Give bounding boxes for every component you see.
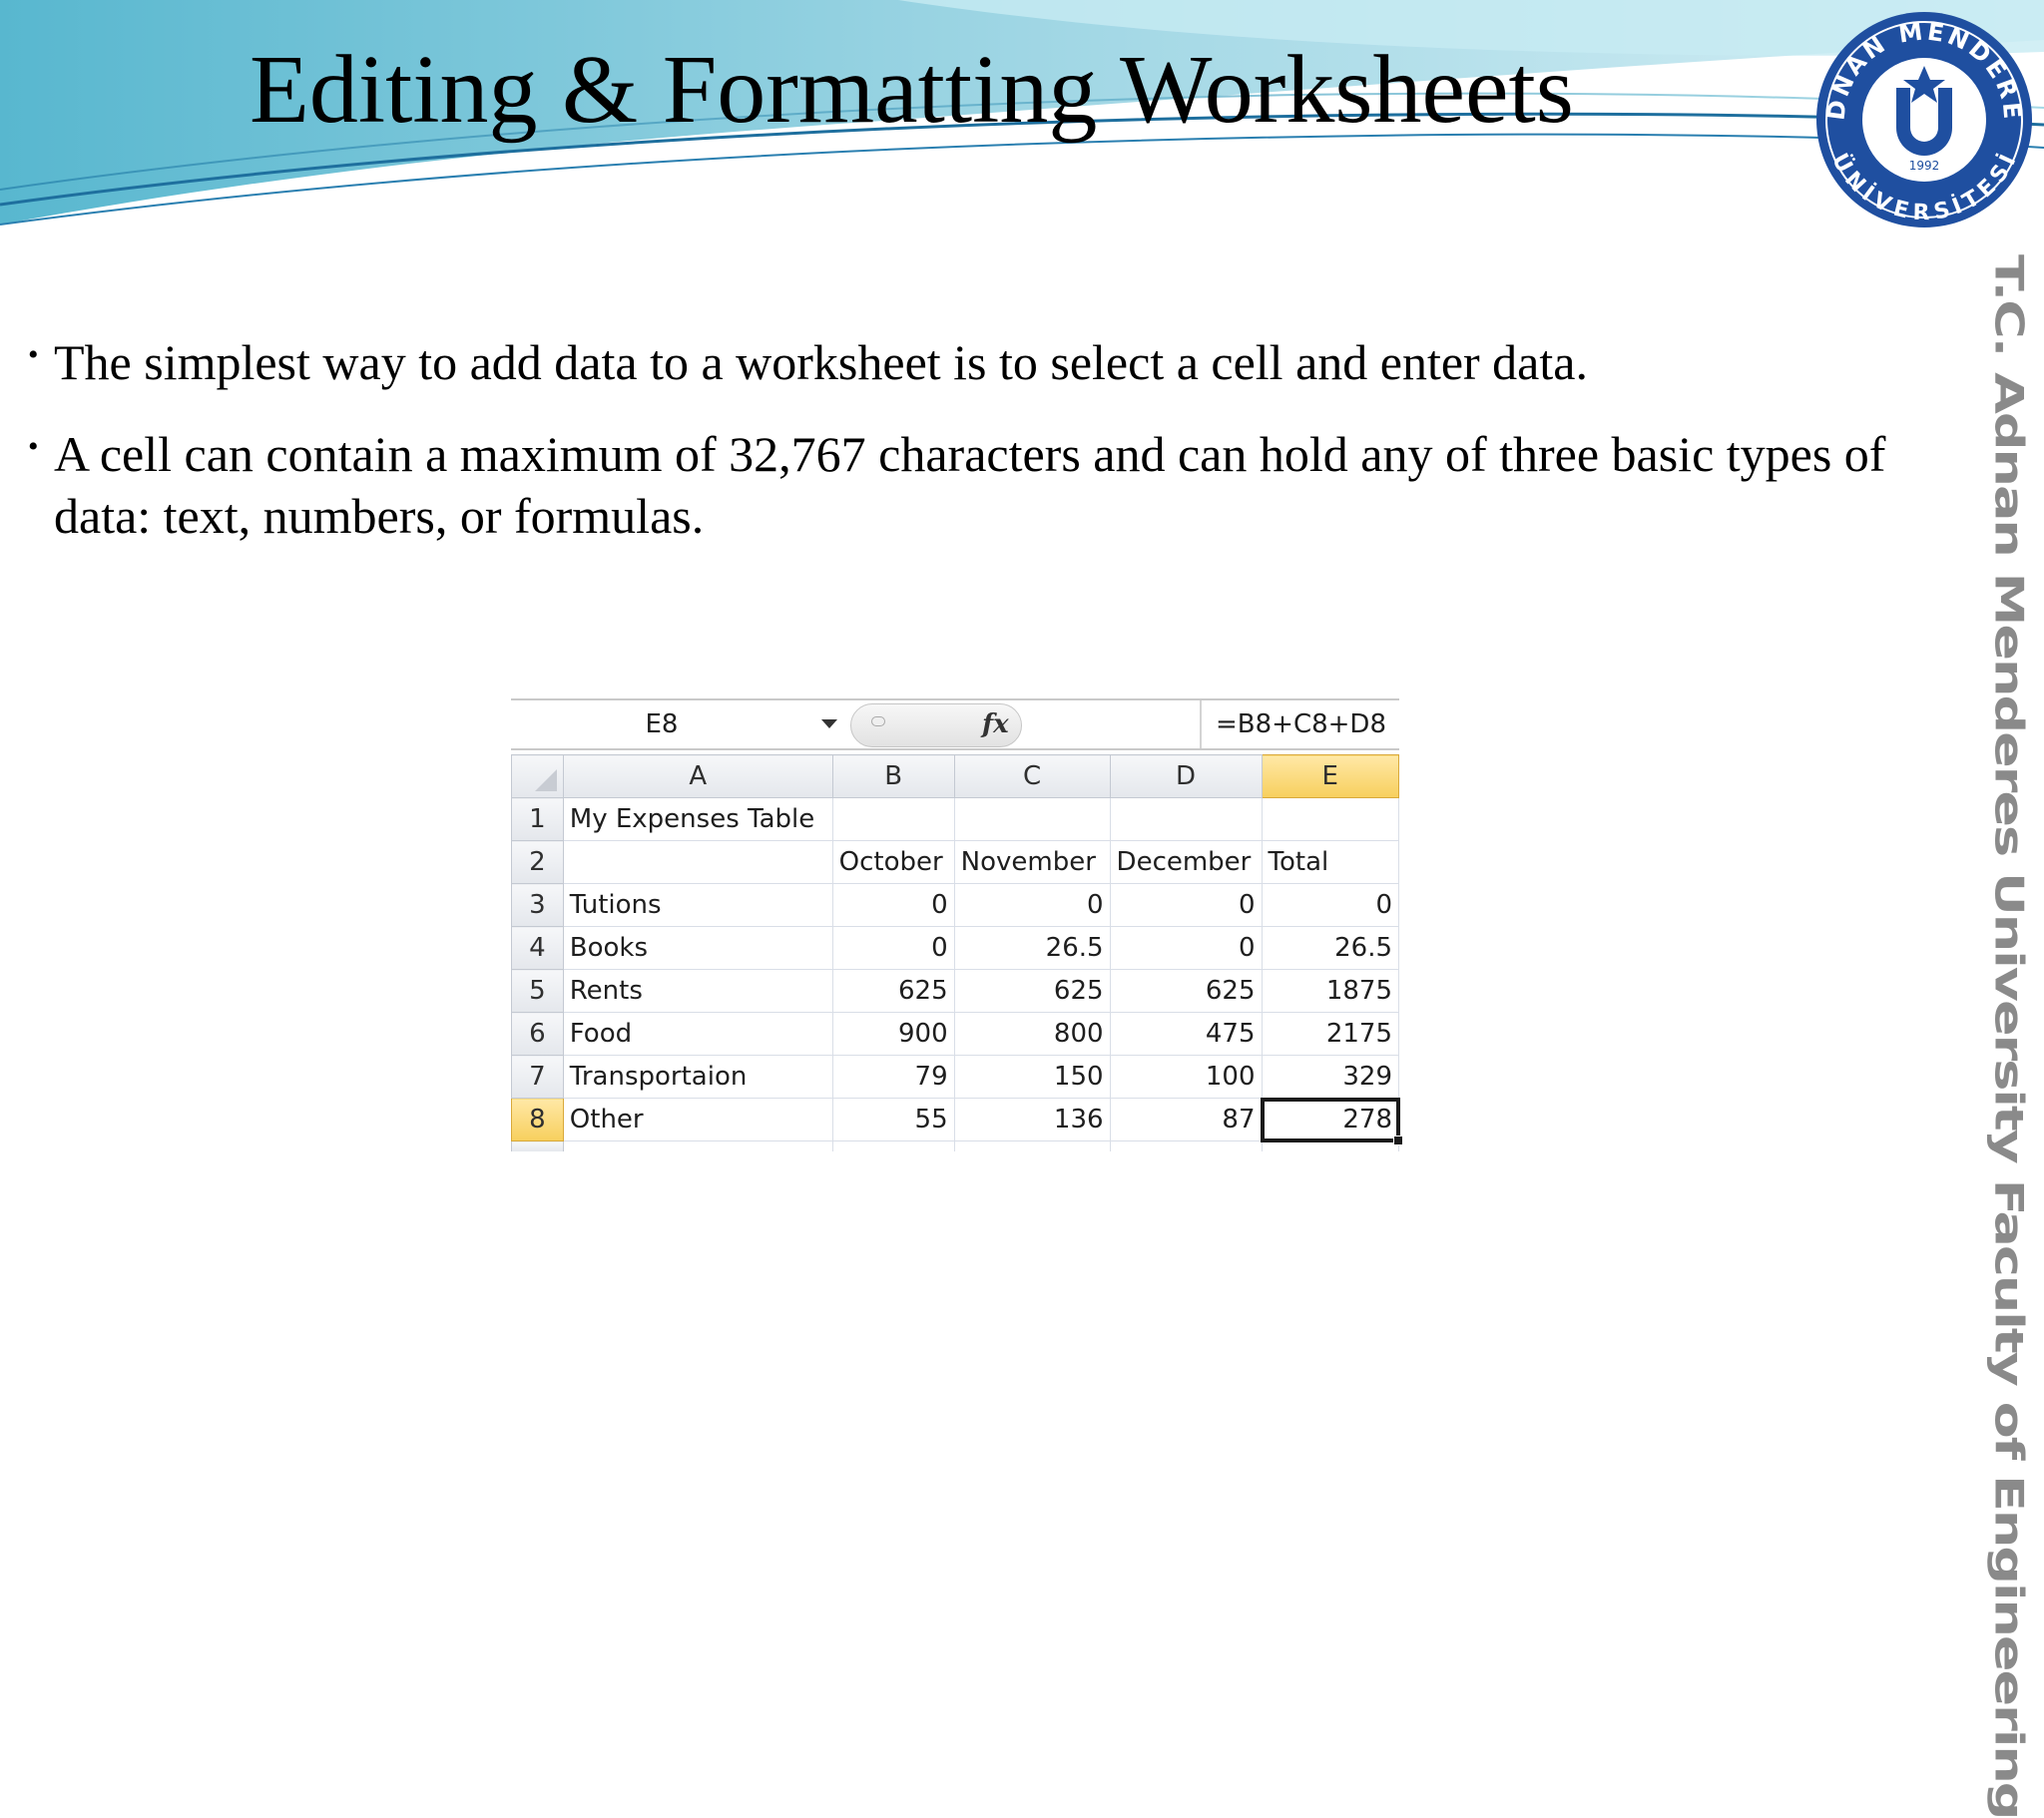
cell-e1[interactable] bbox=[1261, 797, 1399, 841]
cell-e6[interactable]: 2175 bbox=[1261, 1012, 1399, 1056]
cell-a2[interactable] bbox=[562, 840, 833, 884]
cell-a7[interactable]: Transportaion bbox=[562, 1055, 833, 1099]
cell bbox=[831, 1140, 955, 1151]
cell-b8[interactable]: 55 bbox=[831, 1098, 955, 1141]
table-row-partial bbox=[511, 1140, 1399, 1151]
row-header[interactable]: 5 bbox=[511, 969, 564, 1013]
cell-c7[interactable]: 150 bbox=[953, 1055, 1111, 1099]
cell-a8[interactable]: Other bbox=[562, 1098, 833, 1141]
formula-controls: fx bbox=[850, 703, 1539, 747]
row-header-active[interactable]: 8 bbox=[511, 1098, 564, 1141]
slide-title: Editing & Formatting Worksheets bbox=[250, 36, 1574, 144]
bullet-list: • The simplest way to add data to a work… bbox=[28, 331, 1924, 577]
cell-e2[interactable]: Total bbox=[1261, 840, 1399, 884]
cell-c1[interactable] bbox=[953, 797, 1111, 841]
formula-bar: E8 fx =B8+C8+D8 bbox=[511, 698, 1399, 750]
cell-e5[interactable]: 1875 bbox=[1261, 969, 1399, 1013]
row-header[interactable]: 6 bbox=[511, 1012, 564, 1056]
cell-c5[interactable]: 625 bbox=[953, 969, 1111, 1013]
cell-d7[interactable]: 100 bbox=[1109, 1055, 1263, 1099]
formula-divider bbox=[1200, 700, 1202, 748]
table-row: 7 Transportaion 79 150 100 329 bbox=[511, 1055, 1399, 1099]
cell-d3[interactable]: 0 bbox=[1109, 883, 1263, 927]
insert-function-icon[interactable]: fx bbox=[982, 703, 1009, 745]
cell-e3[interactable]: 0 bbox=[1261, 883, 1399, 927]
side-text-faculty: T.C. Adnan Menderes University Faculty o… bbox=[1986, 254, 2032, 1818]
row-header[interactable]: 7 bbox=[511, 1055, 564, 1099]
cell-e8-value: 278 bbox=[1342, 1105, 1392, 1135]
cell-d5[interactable]: 625 bbox=[1109, 969, 1263, 1013]
cell-a4[interactable]: Books bbox=[562, 926, 833, 970]
table-row: 5 Rents 625 625 625 1875 bbox=[511, 969, 1399, 1013]
column-header-a[interactable]: A bbox=[562, 754, 833, 798]
bullet-dot-icon: • bbox=[28, 430, 39, 463]
cell-c4[interactable]: 26.5 bbox=[953, 926, 1111, 970]
cell bbox=[1109, 1140, 1263, 1151]
bullet-item: • A cell can contain a maximum of 32,767… bbox=[28, 423, 1924, 547]
row-header[interactable]: 3 bbox=[511, 883, 564, 927]
select-all-button[interactable] bbox=[511, 754, 564, 798]
cell-c2[interactable]: November bbox=[953, 840, 1111, 884]
cell-b5[interactable]: 625 bbox=[831, 969, 955, 1013]
cell bbox=[562, 1140, 833, 1151]
cell-e8-selected[interactable]: 278 bbox=[1261, 1097, 1403, 1145]
cell-e4[interactable]: 26.5 bbox=[1261, 926, 1399, 970]
bullet-item: • The simplest way to add data to a work… bbox=[28, 331, 1924, 393]
cell-d6[interactable]: 475 bbox=[1109, 1012, 1263, 1056]
table-row: 6 Food 900 800 475 2175 bbox=[511, 1012, 1399, 1056]
column-header-d[interactable]: D bbox=[1109, 754, 1263, 798]
cell-d4[interactable]: 0 bbox=[1109, 926, 1263, 970]
column-header-b[interactable]: B bbox=[831, 754, 955, 798]
bullet-text: A cell can contain a maximum of 32,767 c… bbox=[54, 426, 1886, 544]
name-box-dropdown-icon[interactable] bbox=[821, 719, 837, 728]
cell-b4[interactable]: 0 bbox=[831, 926, 955, 970]
select-all-icon bbox=[534, 769, 557, 791]
cell-b2[interactable]: October bbox=[831, 840, 955, 884]
university-seal-icon: ADNAN MENDERES ÜNİVERSİTESİ 1992 bbox=[1804, 0, 2032, 227]
cell-a5[interactable]: Rents bbox=[562, 969, 833, 1013]
cell-a1[interactable]: My Expenses Table bbox=[562, 797, 833, 841]
seal-year: 1992 bbox=[1909, 159, 1940, 173]
cell-b1[interactable] bbox=[831, 797, 955, 841]
row-header[interactable]: 1 bbox=[511, 797, 564, 841]
table-row: 8 Other 55 136 87 278 bbox=[511, 1097, 1403, 1145]
row-header[interactable]: 4 bbox=[511, 926, 564, 970]
table-row: 3 Tutions 0 0 0 0 bbox=[511, 883, 1399, 927]
cell-c8[interactable]: 136 bbox=[953, 1098, 1111, 1141]
cell-a3[interactable]: Tutions bbox=[562, 883, 833, 927]
cell-d2[interactable]: December bbox=[1109, 840, 1263, 884]
column-header-e[interactable]: E bbox=[1261, 754, 1399, 798]
column-header-c[interactable]: C bbox=[953, 754, 1111, 798]
bullet-text: The simplest way to add data to a worksh… bbox=[54, 334, 1588, 390]
name-box[interactable]: E8 bbox=[511, 700, 842, 748]
cell-b7[interactable]: 79 bbox=[831, 1055, 955, 1099]
cell-e7[interactable]: 329 bbox=[1261, 1055, 1399, 1099]
spreadsheet-screenshot: E8 fx =B8+C8+D8 A B C D E 1 My Expenses … bbox=[511, 698, 1403, 1151]
cell-b3[interactable]: 0 bbox=[831, 883, 955, 927]
fill-handle[interactable] bbox=[1393, 1136, 1403, 1145]
cell-c6[interactable]: 800 bbox=[953, 1012, 1111, 1056]
table-row: 4 Books 0 26.5 0 26.5 bbox=[511, 926, 1399, 970]
worksheet-grid: A B C D E 1 My Expenses Table 2 October … bbox=[511, 754, 1403, 1151]
row-header bbox=[511, 1140, 564, 1151]
formula-grip-icon bbox=[871, 716, 885, 726]
cell bbox=[953, 1140, 1111, 1151]
formula-input[interactable]: =B8+C8+D8 bbox=[1216, 700, 1386, 748]
bullet-dot-icon: • bbox=[28, 338, 39, 371]
cell bbox=[1261, 1140, 1399, 1151]
cell-b6[interactable]: 900 bbox=[831, 1012, 955, 1056]
row-header[interactable]: 2 bbox=[511, 840, 564, 884]
cell-a6[interactable]: Food bbox=[562, 1012, 833, 1056]
cell-c3[interactable]: 0 bbox=[953, 883, 1111, 927]
cell-d1[interactable] bbox=[1109, 797, 1263, 841]
cell-d8[interactable]: 87 bbox=[1109, 1098, 1263, 1141]
table-row: 1 My Expenses Table bbox=[511, 797, 1399, 841]
column-header-row: A B C D E bbox=[511, 754, 1399, 798]
table-row: 2 October November December Total bbox=[511, 840, 1399, 884]
